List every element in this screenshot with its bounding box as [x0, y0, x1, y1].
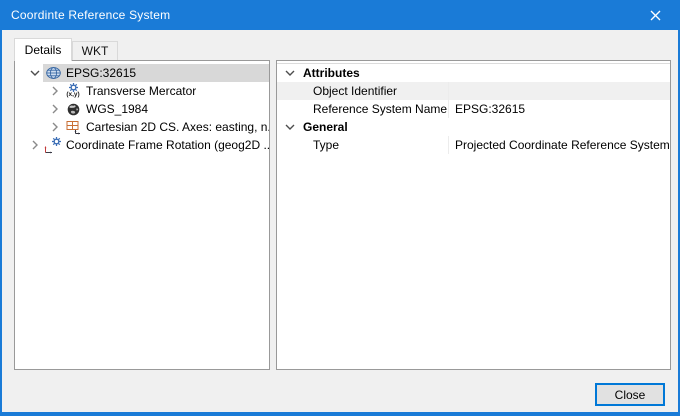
tree-item-label: Cartesian 2D CS. Axes: easting, n... — [86, 120, 269, 134]
properties-table: Attributes Object Identifier Reference S… — [277, 63, 670, 154]
tree-item-cartesian-cs[interactable]: Cartesian 2D CS. Axes: easting, n... — [15, 118, 269, 136]
tree-item-label: EPSG:32615 — [66, 66, 136, 80]
tab-details-label: Details — [25, 43, 62, 57]
tree-item-label: WGS_1984 — [86, 102, 148, 116]
dialog-window: Coordinte Reference System Details WKT — [0, 0, 680, 416]
transformation-gear-axes-icon — [45, 137, 61, 153]
property-row-type[interactable]: Type Projected Coordinate Reference Syst… — [277, 136, 670, 154]
close-icon — [650, 10, 661, 21]
group-label: Attributes — [297, 66, 360, 80]
chevron-right-icon[interactable] — [47, 82, 63, 100]
tree-item-wgs-1984[interactable]: WGS_1984 — [15, 100, 269, 118]
property-value: Projected Coordinate Reference System — [449, 138, 670, 152]
tree-item-coordinate-frame-rotation[interactable]: Coordinate Frame Rotation (geog2D ... — [15, 136, 269, 154]
crs-properties-panel: Attributes Object Identifier Reference S… — [276, 60, 671, 370]
globe-icon — [45, 65, 61, 81]
tab-wkt-label: WKT — [82, 44, 109, 58]
chevron-down-icon[interactable] — [283, 124, 297, 130]
cartesian-grid-axes-icon — [65, 119, 81, 135]
chevron-right-icon[interactable] — [47, 100, 63, 118]
property-row-reference-system-name[interactable]: Reference System Name EPSG:32615 — [277, 100, 670, 118]
close-button[interactable]: Close — [595, 383, 665, 406]
tree-item-label: Transverse Mercator — [86, 84, 196, 98]
crs-tree-panel: EPSG:32615 — [14, 60, 270, 370]
property-row-object-identifier[interactable]: Object Identifier — [277, 82, 670, 100]
group-label: General — [297, 120, 348, 134]
xy-icon-text: (x,y) — [66, 92, 79, 99]
chevron-down-icon[interactable] — [27, 64, 43, 82]
tree-item-transverse-mercator[interactable]: (x,y) Transverse Mercator — [15, 82, 269, 100]
crs-tree: EPSG:32615 — [15, 61, 269, 154]
property-name: Object Identifier — [277, 82, 449, 100]
property-name: Reference System Name — [277, 100, 449, 118]
tab-wkt[interactable]: WKT — [72, 41, 118, 60]
dark-globe-icon — [65, 101, 81, 117]
chevron-down-icon[interactable] — [283, 70, 297, 76]
tree-item-epsg[interactable]: EPSG:32615 — [15, 64, 269, 82]
close-button-label: Close — [615, 388, 646, 402]
tab-details[interactable]: Details — [14, 38, 72, 61]
chevron-right-icon[interactable] — [47, 118, 63, 136]
group-header-attributes[interactable]: Attributes — [277, 64, 670, 82]
group-header-general[interactable]: General — [277, 118, 670, 136]
window-close-button[interactable] — [633, 0, 678, 30]
chevron-right-icon[interactable] — [27, 136, 43, 154]
tree-item-label: Coordinate Frame Rotation (geog2D ... — [66, 138, 269, 152]
property-value: EPSG:32615 — [449, 102, 670, 116]
property-name: Type — [277, 136, 449, 154]
title-bar[interactable]: Coordinte Reference System — [2, 0, 678, 30]
conversion-gear-xy-icon: (x,y) — [65, 83, 81, 99]
window-title: Coordinte Reference System — [2, 8, 170, 22]
